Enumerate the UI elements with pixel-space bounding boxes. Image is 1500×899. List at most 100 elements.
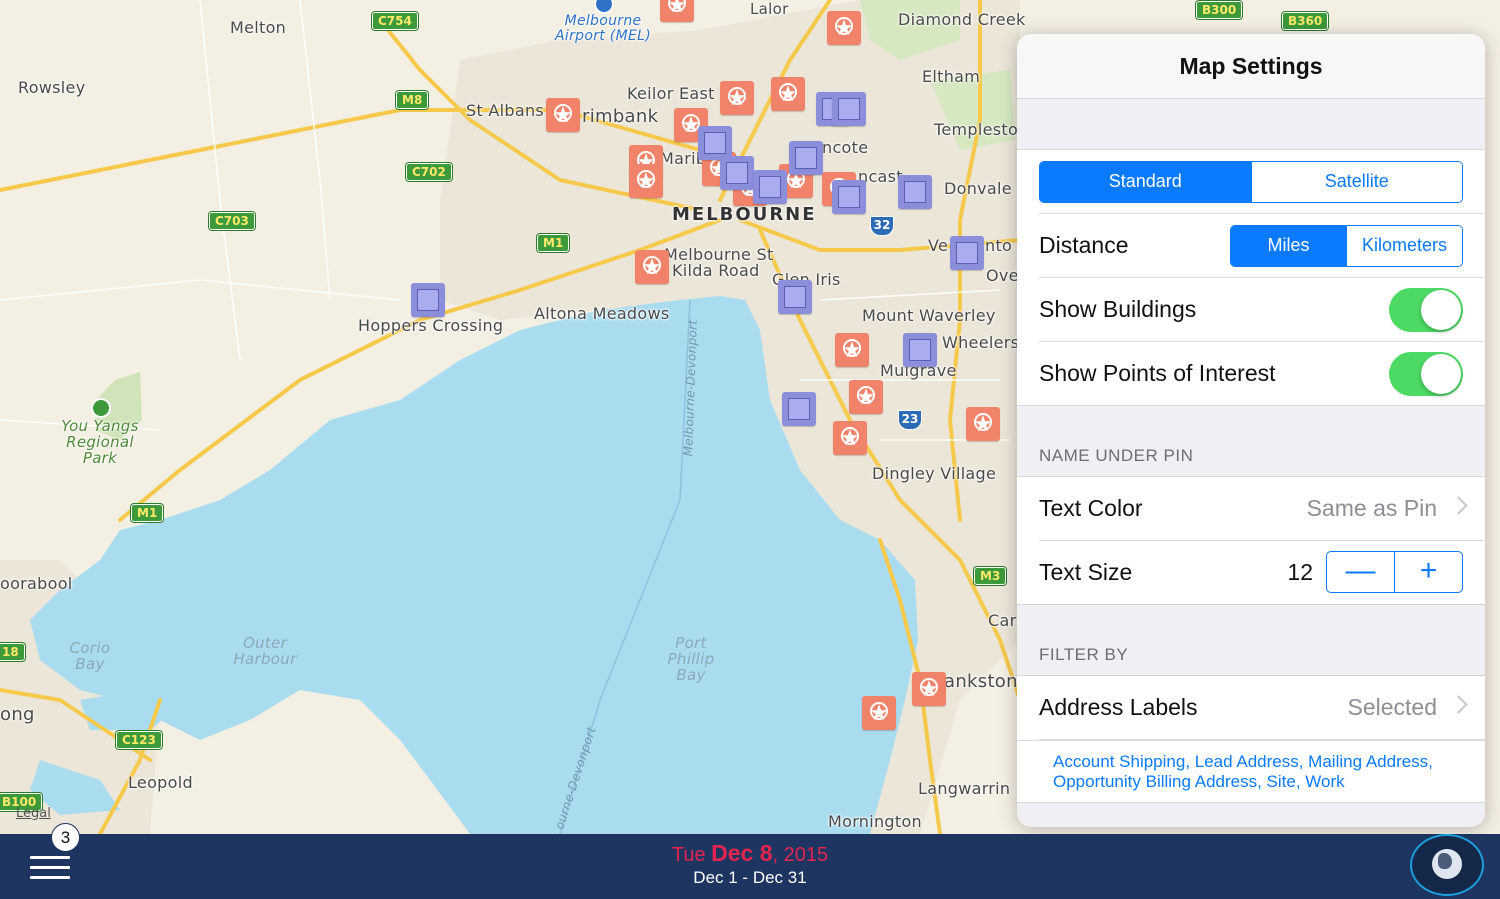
map-type-satellite[interactable]: Satellite (1250, 162, 1462, 202)
place-label: Mornington (828, 812, 922, 831)
road-shield: M8 (396, 91, 429, 109)
place-label: Leopold (128, 773, 193, 792)
distance-segmented-control[interactable]: Miles Kilometers (1230, 225, 1463, 267)
show-buildings-row: Show Buildings (1039, 278, 1485, 342)
show-buildings-toggle[interactable] (1389, 288, 1463, 332)
name-under-pin-header: NAME UNDER PIN (1039, 446, 1194, 465)
chevron-right-icon (1449, 496, 1468, 515)
increment-button[interactable]: + (1394, 552, 1462, 592)
show-buildings-label: Show Buildings (1039, 296, 1197, 322)
road-shield: 18 (0, 643, 25, 661)
poi-pin[interactable] (546, 98, 580, 132)
map-type-segmented-control[interactable]: Standard Satellite (1039, 161, 1463, 203)
building-pin[interactable] (753, 170, 787, 204)
place-label: Mount Waverley (862, 306, 996, 325)
poi-pin[interactable] (629, 164, 663, 198)
section-header: NAME UNDER PIN (1017, 406, 1485, 476)
date-range: Dec 1 - Dec 31 (693, 868, 807, 887)
building-pin[interactable] (898, 175, 932, 209)
poi-pin[interactable] (635, 250, 669, 284)
poi-pin[interactable] (827, 11, 861, 45)
decrement-button[interactable]: — (1327, 552, 1394, 592)
current-year: , 2015 (772, 844, 829, 866)
chevron-right-icon (1449, 695, 1468, 714)
poi-pin[interactable] (720, 81, 754, 115)
place-label: Wheelers (942, 333, 1020, 352)
poi-pin[interactable] (833, 421, 867, 455)
park-icon (91, 398, 111, 418)
place-label: ankston (944, 671, 1018, 692)
place-label: rimbank (582, 106, 659, 127)
selected-address-labels: Account Shipping, Lead Address, Mailing … (1017, 740, 1485, 802)
filter-by-group: Address Labels Selected Account Shipping… (1017, 675, 1485, 803)
address-labels-label: Address Labels (1039, 694, 1198, 720)
text-size-value: 12 (1287, 559, 1313, 585)
road-shield: C703 (209, 212, 255, 230)
road-shield: M3 (974, 567, 1007, 585)
place-label: Templesto (934, 120, 1019, 139)
text-size-row: Text Size 12 — + (1039, 541, 1485, 604)
road-shield: C754 (372, 12, 418, 30)
place-label: Keilor East (627, 84, 715, 103)
road-shield: C123 (116, 731, 162, 749)
notification-badge: 3 (51, 823, 80, 852)
water-label: Port Phillip Bay (667, 634, 715, 684)
building-pin[interactable] (778, 280, 812, 314)
building-pin[interactable] (698, 126, 732, 160)
water-label: Corio Bay (69, 639, 111, 673)
text-color-row[interactable]: Text Color Same as Pin (1039, 477, 1485, 541)
park-label: You Yangs Regional Park (61, 417, 139, 467)
distance-miles[interactable]: Miles (1231, 226, 1346, 266)
road-shield: C702 (406, 163, 452, 181)
filter-by-header: FILTER BY (1039, 645, 1129, 664)
place-label: Langwarrin (918, 779, 1011, 798)
poi-pin[interactable] (660, 0, 694, 22)
road-shield: M1 (537, 234, 570, 252)
airport-label: Melbourne Airport (MEL) (555, 13, 651, 44)
place-label: Rowsley (18, 78, 86, 97)
place-label: Dingley Village (872, 464, 997, 483)
building-pin[interactable] (789, 141, 823, 175)
distance-row: Distance Miles Kilometers (1039, 214, 1485, 278)
map-settings-panel: Map Settings Standard Satellite Distance… (1017, 34, 1485, 827)
building-pin[interactable] (903, 333, 937, 367)
building-pin[interactable] (411, 283, 445, 317)
building-pin[interactable] (950, 236, 984, 270)
place-label: Eltham (922, 67, 981, 86)
bottom-toolbar: Tue Dec 8, 2015 Dec 1 - Dec 31 (0, 834, 1500, 899)
distance-kilometers[interactable]: Kilometers (1346, 226, 1462, 266)
current-date[interactable]: Tue Dec 8, 2015 (0, 840, 1500, 867)
current-date-value: Dec 8 (711, 840, 773, 866)
distance-label: Distance (1039, 232, 1129, 258)
road-shield: B360 (1282, 12, 1329, 30)
building-pin[interactable] (832, 180, 866, 214)
map-options-group: Standard Satellite Distance Miles Kilome… (1017, 149, 1485, 406)
address-labels-row[interactable]: Address Labels Selected (1039, 676, 1485, 740)
address-labels-value: Selected (1347, 694, 1437, 720)
map-type-row: Standard Satellite (1039, 150, 1485, 214)
poi-pin[interactable] (912, 672, 946, 706)
text-color-label: Text Color (1039, 495, 1143, 521)
poi-pin[interactable] (966, 407, 1000, 441)
building-pin[interactable] (720, 156, 754, 190)
text-color-value: Same as Pin (1306, 495, 1437, 521)
place-label: St Albans (466, 101, 545, 120)
globe-icon[interactable] (1410, 834, 1484, 896)
map-type-standard[interactable]: Standard (1040, 162, 1251, 202)
current-day: Tue (671, 844, 706, 866)
place-label: Altona Meadows (534, 304, 670, 323)
route-marker: 23 (898, 410, 922, 430)
place-label: Car (988, 611, 1017, 630)
building-pin[interactable] (832, 92, 866, 126)
road-shield: M1 (131, 504, 164, 522)
poi-pin[interactable] (862, 696, 896, 730)
section-header: FILTER BY (1017, 605, 1485, 675)
building-pin[interactable] (782, 392, 816, 426)
show-poi-toggle[interactable] (1389, 352, 1463, 396)
poi-pin[interactable] (771, 77, 805, 111)
legal-link[interactable]: Legal (16, 806, 51, 821)
text-size-stepper[interactable]: — + (1326, 551, 1463, 593)
poi-pin[interactable] (849, 380, 883, 414)
poi-pin[interactable] (835, 333, 869, 367)
